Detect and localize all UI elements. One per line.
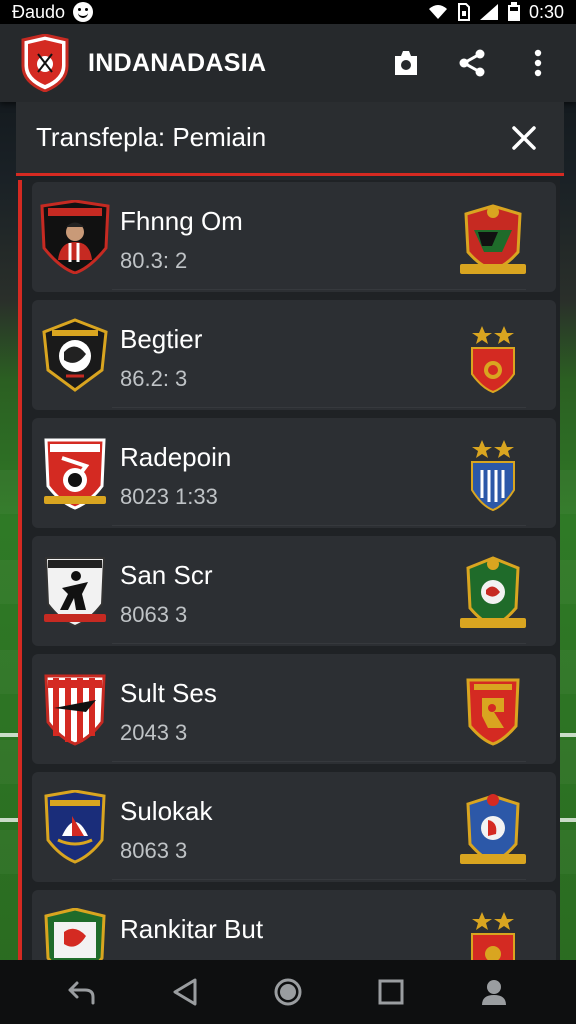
player-name: San Scr: [120, 560, 213, 590]
triangle-back-icon: [173, 978, 197, 1006]
close-button[interactable]: [504, 118, 544, 158]
transfer-panel-header: Transfepla: Pemiain: [16, 102, 564, 176]
club-crest-icon: [460, 556, 526, 628]
app-title: INDANADASIA: [88, 48, 267, 77]
nav-triangle-back-button[interactable]: [165, 972, 205, 1012]
player-value: 8063 3: [120, 838, 188, 863]
smiley-icon: [73, 2, 94, 22]
club-crest-icon: [44, 908, 106, 960]
status-carrier: Đaudo: [12, 1, 66, 22]
club-crest-icon: [471, 326, 515, 394]
player-value: 8023 1:33: [120, 484, 218, 509]
player-value: 80.3: 2: [120, 248, 188, 273]
camera-button[interactable]: [388, 45, 424, 81]
club-crest-icon: [471, 912, 515, 960]
player-name: Rankitar But: [120, 914, 264, 944]
player-name: Begtier: [120, 324, 203, 354]
app-bar: INDANADASIA: [0, 24, 576, 102]
club-crest-icon: [460, 794, 526, 864]
share-button[interactable]: [454, 45, 490, 81]
sim-icon: [457, 3, 470, 21]
person-icon: [482, 980, 507, 1005]
club-crest-icon: [460, 204, 526, 274]
status-right: 0:30: [427, 2, 564, 23]
list-item[interactable]: Sult Ses 2043 3: [32, 654, 556, 764]
club-crest-icon: [42, 318, 108, 392]
player-name: Sulokak: [120, 796, 213, 826]
close-icon: [512, 125, 536, 150]
nav-recents-button[interactable]: [371, 972, 411, 1012]
wifi-icon: [428, 5, 447, 19]
status-time: 0:30: [528, 1, 564, 22]
system-nav-bar: [0, 960, 576, 1024]
club-crest-icon: [44, 674, 106, 746]
list-item[interactable]: Radepoin 8023 1:33: [32, 418, 556, 528]
nav-home-button[interactable]: [268, 972, 308, 1012]
list-item[interactable]: Rankitar But: [32, 890, 556, 960]
player-name: Sult Ses: [120, 678, 217, 708]
club-crest-icon: [44, 557, 106, 628]
status-bar: Đaudo 0:30: [0, 0, 576, 24]
battery-icon: [507, 2, 520, 21]
back-icon: [68, 981, 95, 1005]
panel-title: Transfepla: Pemiain: [36, 122, 267, 152]
list-item[interactable]: Begtier 86.2: 3: [32, 300, 556, 410]
pitch-line: [558, 818, 576, 822]
list-item[interactable]: Sulokak 8063 3: [32, 772, 556, 882]
player-name: Radepoin: [120, 442, 232, 472]
player-list: Fhnng Om 80.3: 2 Begtier 86.2: 3 Radepoi…: [18, 180, 560, 960]
player-value: 8063 3: [120, 602, 188, 627]
player-value: 2043 3: [120, 720, 188, 745]
pitch-line: [0, 733, 18, 737]
list-item[interactable]: San Scr 8063 3: [32, 536, 556, 646]
recents-icon: [378, 979, 404, 1005]
list-item[interactable]: Fhnng Om 80.3: 2: [32, 182, 556, 292]
player-portrait-icon: [40, 200, 110, 274]
app-actions: [388, 45, 556, 81]
nav-back-button[interactable]: [62, 972, 102, 1012]
app-logo-icon[interactable]: [20, 34, 70, 92]
signal-icon: [479, 4, 498, 20]
camera-icon: [395, 51, 417, 75]
club-crest-icon: [466, 678, 520, 746]
home-icon: [274, 978, 302, 1006]
club-crest-icon: [44, 438, 106, 510]
more-vert-icon: [534, 49, 542, 77]
player-value: 86.2: 3: [120, 366, 188, 391]
more-options-button[interactable]: [520, 45, 556, 81]
share-icon: [459, 49, 485, 77]
club-crest-icon: [44, 790, 106, 864]
nav-profile-button[interactable]: [474, 972, 514, 1012]
club-crest-icon: [471, 440, 515, 512]
status-left: Đaudo: [12, 1, 94, 23]
pitch-line: [558, 733, 576, 737]
player-name: Fhnng Om: [120, 206, 243, 236]
pitch-line: [0, 818, 18, 822]
